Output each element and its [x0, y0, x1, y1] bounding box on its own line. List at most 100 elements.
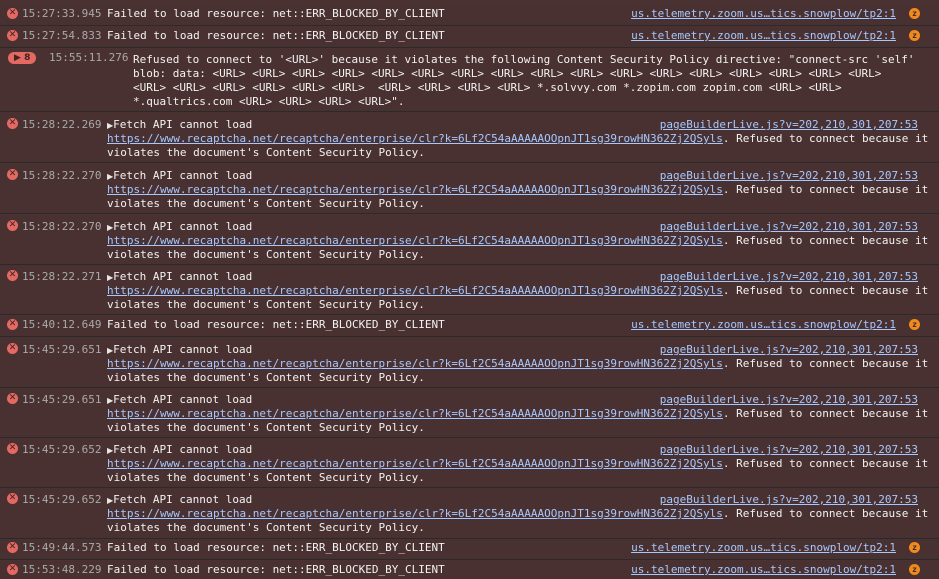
- error-icon: ✕: [7, 169, 18, 180]
- request-url-link[interactable]: https://www.recaptcha.net/recaptcha/ente…: [107, 183, 723, 196]
- console-row[interactable]: ✕ 15:28:22.270 ▶Fetch API cannot load pa…: [0, 164, 939, 214]
- message: ▶Fetch API cannot load: [107, 270, 253, 283]
- request-url-link[interactable]: https://www.recaptcha.net/recaptcha/ente…: [107, 132, 723, 145]
- message-line: https://www.recaptcha.net/recaptcha/ente…: [107, 407, 929, 420]
- timestamp: 15:28:22.271: [22, 270, 102, 283]
- message: ▶Fetch API cannot load: [107, 443, 253, 456]
- console-row[interactable]: ✕ 15:45:29.651 ▶Fetch API cannot load pa…: [0, 388, 939, 438]
- error-icon: ✕: [7, 393, 18, 404]
- error-icon: ✕: [7, 30, 18, 41]
- error-icon: ✕: [7, 8, 18, 19]
- message-line: violates the document's Content Security…: [107, 248, 425, 261]
- source-link[interactable]: pageBuilderLive.js?v=202,210,301,207:53: [660, 493, 918, 507]
- request-url-link[interactable]: https://www.recaptcha.net/recaptcha/ente…: [107, 507, 723, 520]
- error-icon: ✕: [7, 270, 18, 281]
- error-icon: ✕: [7, 542, 18, 553]
- message: Failed to load resource: net::ERR_BLOCKE…: [107, 318, 445, 331]
- zoom-icon: z: [909, 564, 920, 575]
- source-link[interactable]: us.telemetry.zoom.us…tics.snowplow/tp2:1: [631, 563, 896, 577]
- zoom-icon: z: [909, 30, 920, 41]
- request-url-link[interactable]: https://www.recaptcha.net/recaptcha/ente…: [107, 457, 723, 470]
- message: Failed to load resource: net::ERR_BLOCKE…: [107, 541, 445, 554]
- request-url-link[interactable]: https://www.recaptcha.net/recaptcha/ente…: [107, 357, 723, 370]
- message: Failed to load resource: net::ERR_BLOCKE…: [107, 29, 445, 42]
- source-link[interactable]: pageBuilderLive.js?v=202,210,301,207:53: [660, 393, 918, 407]
- message-line: https://www.recaptcha.net/recaptcha/ente…: [107, 132, 929, 145]
- error-icon: ✕: [7, 118, 18, 129]
- message: ▶Fetch API cannot load: [107, 493, 253, 506]
- source-link[interactable]: pageBuilderLive.js?v=202,210,301,207:53: [660, 443, 918, 457]
- message-line: Refused to connect to '<URL>' because it…: [133, 53, 915, 66]
- timestamp: 15:55:11.276: [49, 51, 129, 64]
- timestamp: 15:27:33.945: [22, 7, 102, 20]
- message: ▶Fetch API cannot load: [107, 343, 253, 356]
- source-link[interactable]: pageBuilderLive.js?v=202,210,301,207:53: [660, 270, 918, 284]
- message: ▶Fetch API cannot load: [107, 220, 253, 233]
- message: Failed to load resource: net::ERR_BLOCKE…: [107, 563, 445, 576]
- message: ▶Fetch API cannot load: [107, 169, 253, 182]
- timestamp: 15:45:29.651: [22, 343, 102, 356]
- console-row[interactable]: ✕ 15:27:54.833 Failed to load resource: …: [0, 27, 939, 48]
- request-url-link[interactable]: https://www.recaptcha.net/recaptcha/ente…: [107, 234, 723, 247]
- console-row[interactable]: ✕ 15:49:44.573 Failed to load resource: …: [0, 539, 939, 560]
- timestamp: 15:49:44.573: [22, 541, 102, 554]
- message: ▶Fetch API cannot load: [107, 393, 253, 406]
- message-line: violates the document's Content Security…: [107, 197, 425, 210]
- error-icon: ✕: [7, 493, 18, 504]
- error-icon: ✕: [7, 220, 18, 231]
- error-icon: ✕: [7, 564, 18, 575]
- console-row[interactable]: ✕ 15:53:48.229 Failed to load resource: …: [0, 561, 939, 579]
- timestamp: 15:28:22.270: [22, 220, 102, 233]
- console-row[interactable]: ✕ 15:45:29.652 ▶Fetch API cannot load pa…: [0, 438, 939, 488]
- zoom-icon: z: [909, 542, 920, 553]
- timestamp: 15:28:22.269: [22, 118, 102, 131]
- error-icon: ✕: [7, 443, 18, 454]
- message-line: blob: data: <URL> <URL> <URL> <URL> <URL…: [133, 67, 882, 80]
- console-row[interactable]: ✕ 15:28:22.270 ▶Fetch API cannot load pa…: [0, 215, 939, 265]
- message-line: violates the document's Content Security…: [107, 298, 425, 311]
- console-row[interactable]: ✕ 15:45:29.652 ▶Fetch API cannot load pa…: [0, 488, 939, 539]
- message-line: violates the document's Content Security…: [107, 521, 425, 534]
- message-line: violates the document's Content Security…: [107, 421, 425, 434]
- zoom-icon: z: [909, 319, 920, 330]
- source-link[interactable]: us.telemetry.zoom.us…tics.snowplow/tp2:1: [631, 29, 896, 43]
- timestamp: 15:45:29.651: [22, 393, 102, 406]
- console-row[interactable]: ✕ 15:40:12.649 Failed to load resource: …: [0, 316, 939, 337]
- message-line: https://www.recaptcha.net/recaptcha/ente…: [107, 357, 929, 370]
- request-url-link[interactable]: https://www.recaptcha.net/recaptcha/ente…: [107, 284, 723, 297]
- zoom-icon: z: [909, 8, 920, 19]
- console-row[interactable]: ✕ 15:27:33.945 Failed to load resource: …: [0, 5, 939, 26]
- message-line: https://www.recaptcha.net/recaptcha/ente…: [107, 284, 929, 297]
- message-line: violates the document's Content Security…: [107, 471, 425, 484]
- timestamp: 15:53:48.229: [22, 563, 102, 576]
- message-line: https://www.recaptcha.net/recaptcha/ente…: [107, 183, 929, 196]
- message: Failed to load resource: net::ERR_BLOCKE…: [107, 7, 445, 20]
- message-line: violates the document's Content Security…: [107, 146, 425, 159]
- timestamp: 15:40:12.649: [22, 318, 102, 331]
- source-link[interactable]: pageBuilderLive.js?v=202,210,301,207:53: [660, 343, 918, 357]
- source-link[interactable]: us.telemetry.zoom.us…tics.snowplow/tp2:1: [631, 7, 896, 21]
- console-row[interactable]: ✕ 15:45:29.651 ▶Fetch API cannot load pa…: [0, 338, 939, 388]
- source-link[interactable]: pageBuilderLive.js?v=202,210,301,207:53: [660, 169, 918, 183]
- source-link[interactable]: us.telemetry.zoom.us…tics.snowplow/tp2:1: [631, 541, 896, 555]
- source-link[interactable]: us.telemetry.zoom.us…tics.snowplow/tp2:1: [631, 318, 896, 332]
- timestamp: 15:45:29.652: [22, 493, 102, 506]
- message-line: https://www.recaptcha.net/recaptcha/ente…: [107, 507, 929, 520]
- timestamp: 15:28:22.270: [22, 169, 102, 182]
- message-line: https://www.recaptcha.net/recaptcha/ente…: [107, 234, 929, 247]
- console-row[interactable]: ✕ 15:28:22.271 ▶Fetch API cannot load pa…: [0, 265, 939, 315]
- message: ▶Fetch API cannot load: [107, 118, 253, 131]
- console-row[interactable]: ✕ 15:28:22.269 ▶Fetch API cannot load pa…: [0, 113, 939, 163]
- source-link[interactable]: pageBuilderLive.js?v=202,210,301,207:53: [660, 220, 918, 234]
- request-url-link[interactable]: https://www.recaptcha.net/recaptcha/ente…: [107, 407, 723, 420]
- devtools-console: ✕ 15:27:33.945 Failed to load resource: …: [0, 0, 939, 579]
- console-row-group[interactable]: ▶ 8 15:55:11.276 Refused to connect to '…: [0, 49, 939, 112]
- message-line: <URL> <URL> <URL> <URL> <URL> <URL> <URL…: [133, 81, 842, 94]
- error-icon: ✕: [7, 319, 18, 330]
- timestamp: 15:27:54.833: [22, 29, 102, 42]
- source-link[interactable]: pageBuilderLive.js?v=202,210,301,207:53: [660, 118, 918, 132]
- message-line: *.qualtrics.com <URL> <URL> <URL> <URL>"…: [133, 95, 405, 108]
- timestamp: 15:45:29.652: [22, 443, 102, 456]
- message-line: https://www.recaptcha.net/recaptcha/ente…: [107, 457, 929, 470]
- error-icon: ✕: [7, 343, 18, 354]
